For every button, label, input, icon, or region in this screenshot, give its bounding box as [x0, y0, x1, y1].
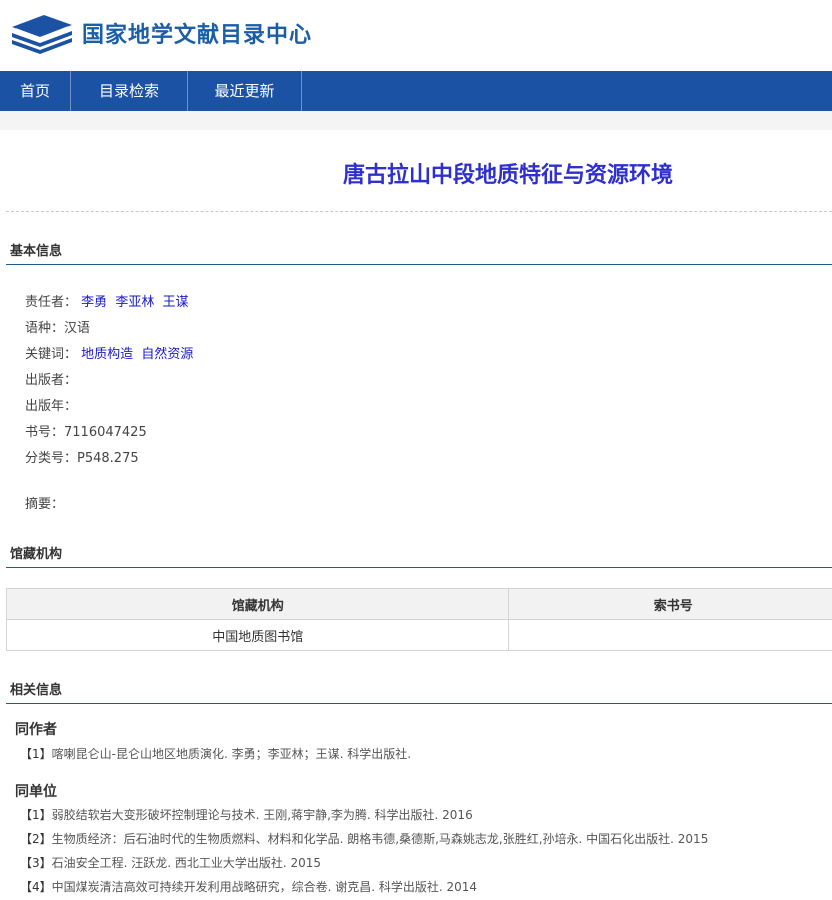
nav-home[interactable]: 首页 — [0, 71, 71, 111]
column-header: 索书号 — [508, 588, 832, 620]
nav-catalog-search[interactable]: 目录检索 — [71, 71, 188, 111]
isbn-value: 7116047425 — [64, 425, 147, 440]
year-label: 出版年： — [25, 399, 78, 414]
nav-spacer — [0, 111, 832, 130]
related-link[interactable]: 生物质经济：后石油时代的生物质燃料、材料和化学品. 朗格韦德,桑德斯,马森姚志龙… — [52, 832, 709, 846]
table-cell — [508, 619, 832, 651]
table-cell: 中国地质图书馆 — [5, 619, 510, 651]
site-title[interactable]: 国家地学文献目录中心 — [82, 17, 312, 49]
related-heading: 相关信息 — [10, 683, 63, 698]
related-divider — [6, 703, 832, 704]
class-label: 分类号： — [25, 451, 78, 466]
list-item: 【2】生物质经济：后石油时代的生物质燃料、材料和化学品. 朗格韦德,桑德斯,马森… — [20, 830, 708, 847]
list-item: 【1】弱胶结软岩大变形破坏控制理论与技术. 王刚,蒋宇静,李为腾. 科学出版社.… — [20, 806, 473, 823]
class-value: P548.275 — [77, 451, 139, 466]
holdings-divider — [6, 567, 832, 568]
holdings-table: 馆藏机构 索书号 中国地质图书馆 — [5, 588, 832, 651]
keyword-link[interactable]: 自然资源 — [141, 347, 193, 362]
keywords-label: 关键词： — [25, 347, 78, 362]
abstract-label: 摘要： — [25, 497, 65, 512]
list-index: 【2】 — [20, 832, 52, 846]
authors-label: 责任者： — [25, 295, 78, 310]
class-field: 分类号：P548.275 — [25, 447, 139, 466]
related-link[interactable]: 中国煤炭清洁高效可持续开发利用战略研究，综合卷. 谢克昌. 科学出版社. 201… — [52, 880, 477, 894]
author-link[interactable]: 王谋 — [162, 295, 188, 310]
same-unit-heading: 同单位 — [15, 784, 57, 800]
language-value: 汉语 — [64, 321, 91, 336]
publisher-field: 出版者： — [25, 369, 77, 388]
holdings-heading: 馆藏机构 — [10, 547, 63, 562]
basic-info-heading: 基本信息 — [10, 244, 63, 259]
year-field: 出版年： — [25, 395, 77, 414]
books-logo-icon[interactable] — [10, 11, 74, 57]
related-link[interactable]: 喀喇昆仑山-昆仑山地区地质演化. 李勇；李亚林；王谋. 科学出版社. — [52, 747, 411, 761]
table-row: 中国地质图书馆 — [5, 619, 832, 651]
list-index: 【3】 — [20, 856, 52, 870]
column-header: 馆藏机构 — [5, 588, 510, 620]
title-divider — [6, 211, 832, 212]
table-header-row: 馆藏机构 索书号 — [5, 588, 832, 620]
keywords-field: 关键词： 地质构造 自然资源 — [25, 343, 197, 362]
related-link[interactable]: 弱胶结软岩大变形破坏控制理论与技术. 王刚,蒋宇静,李为腾. 科学出版社. 20… — [52, 808, 473, 822]
abstract-field: 摘要： — [25, 493, 64, 512]
basic-info-divider — [6, 264, 832, 265]
list-item: 【3】石油安全工程. 汪跃龙. 西北工业大学出版社. 2015 — [20, 854, 321, 871]
list-index: 【1】 — [20, 747, 52, 761]
list-item: 【4】中国煤炭清洁高效可持续开发利用战略研究，综合卷. 谢克昌. 科学出版社. … — [20, 878, 477, 895]
nav-recent-updates[interactable]: 最近更新 — [188, 71, 302, 111]
list-index: 【1】 — [20, 808, 52, 822]
publisher-label: 出版者： — [25, 373, 78, 388]
author-link[interactable]: 李勇 — [81, 295, 107, 310]
language-field: 语种：汉语 — [25, 317, 90, 336]
authors-field: 责任者： 李勇 李亚林 王谋 — [25, 291, 192, 310]
list-item: 【1】喀喇昆仑山-昆仑山地区地质演化. 李勇；李亚林；王谋. 科学出版社. — [20, 745, 411, 762]
site-header: 国家地学文献目录中心 — [0, 0, 832, 71]
language-label: 语种： — [25, 321, 65, 336]
isbn-field: 书号：7116047425 — [25, 421, 147, 440]
author-link[interactable]: 李亚林 — [115, 295, 154, 310]
main-nav: 首页 目录检索 最近更新 — [0, 71, 832, 111]
list-index: 【4】 — [20, 880, 52, 894]
keyword-link[interactable]: 地质构造 — [81, 347, 133, 362]
related-link[interactable]: 石油安全工程. 汪跃龙. 西北工业大学出版社. 2015 — [52, 856, 321, 870]
isbn-label: 书号： — [25, 425, 65, 440]
page-title: 唐古拉山中段地质特征与资源环境 — [342, 163, 673, 188]
coauthors-heading: 同作者 — [15, 722, 57, 738]
